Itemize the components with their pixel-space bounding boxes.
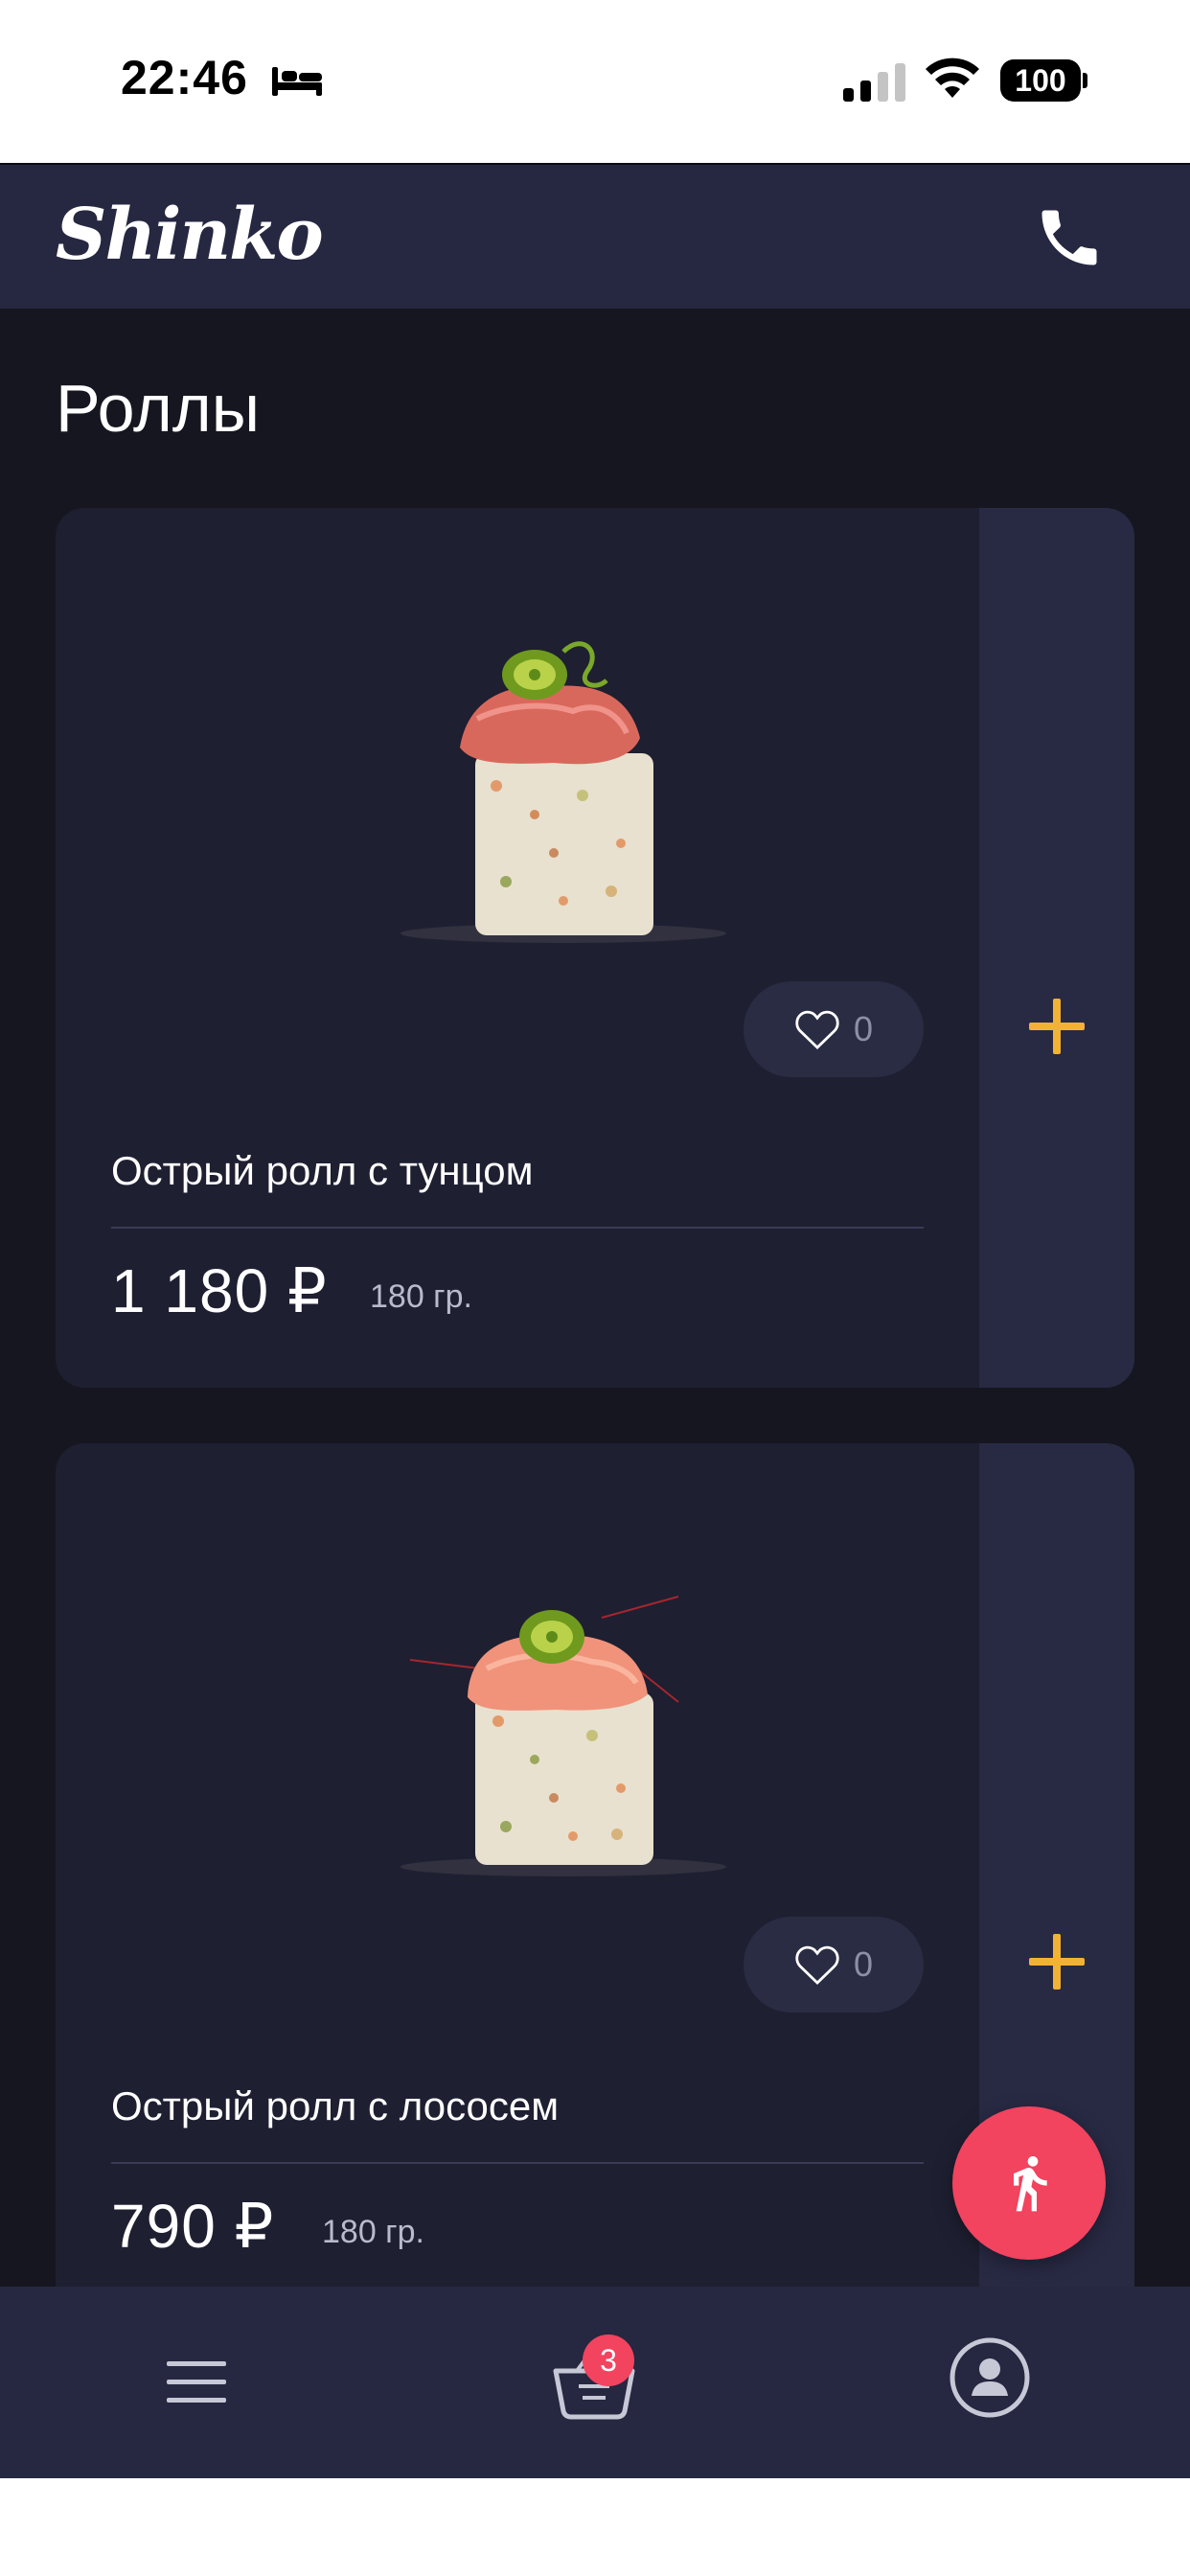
- cart-count-badge: 3: [583, 2334, 634, 2386]
- product-name: Острый ролл с лососем: [111, 2083, 560, 2128]
- status-bar: 22:46 100: [0, 0, 1190, 163]
- heart-icon: [795, 1945, 839, 1985]
- logo[interactable]: Shinko: [56, 194, 324, 276]
- signal-icon: [843, 63, 905, 102]
- product-weight: 180 гр.: [370, 1278, 472, 1315]
- profile-icon[interactable]: [949, 2336, 1031, 2419]
- bed-icon: [272, 67, 322, 96]
- like-button[interactable]: 0: [744, 1917, 924, 2012]
- product-price: 790 ₽: [111, 2192, 275, 2261]
- page-title: Роллы: [56, 371, 261, 446]
- product-card[interactable]: 0 Острый ролл с тунцом 1 180 ₽ 180 гр.: [56, 508, 1134, 1388]
- like-button[interactable]: 0: [744, 981, 924, 1077]
- wifi-icon: [926, 58, 979, 98]
- home-indicator-area: [0, 2478, 1190, 2576]
- heart-icon: [795, 1010, 839, 1049]
- app-header: Shinko: [0, 163, 1190, 309]
- bottom-nav: 3: [0, 2287, 1190, 2478]
- menu-icon[interactable]: [165, 2356, 228, 2409]
- product-image: [400, 641, 726, 943]
- battery-tip: [1083, 73, 1087, 88]
- divider: [111, 2162, 924, 2164]
- product-weight: 180 гр.: [322, 2214, 424, 2250]
- product-price: 1 180 ₽: [111, 1256, 328, 1325]
- plus-icon[interactable]: [1018, 987, 1096, 1066]
- plus-icon[interactable]: [1018, 1922, 1096, 2001]
- product-name: Острый ролл с тунцом: [111, 1148, 534, 1193]
- like-count: 0: [853, 1009, 874, 1048]
- product-image: [400, 1596, 726, 1876]
- walking-fab-button[interactable]: [952, 2106, 1106, 2260]
- phone-icon[interactable]: [1033, 201, 1106, 274]
- card-side-panel: [979, 508, 1134, 1388]
- status-time: 22:46: [121, 51, 248, 104]
- walking-icon: [1014, 2156, 1047, 2212]
- divider: [111, 1227, 924, 1229]
- like-count: 0: [853, 1944, 874, 1984]
- battery-level: 100: [1015, 62, 1066, 98]
- battery-indicator: 100: [1000, 59, 1081, 102]
